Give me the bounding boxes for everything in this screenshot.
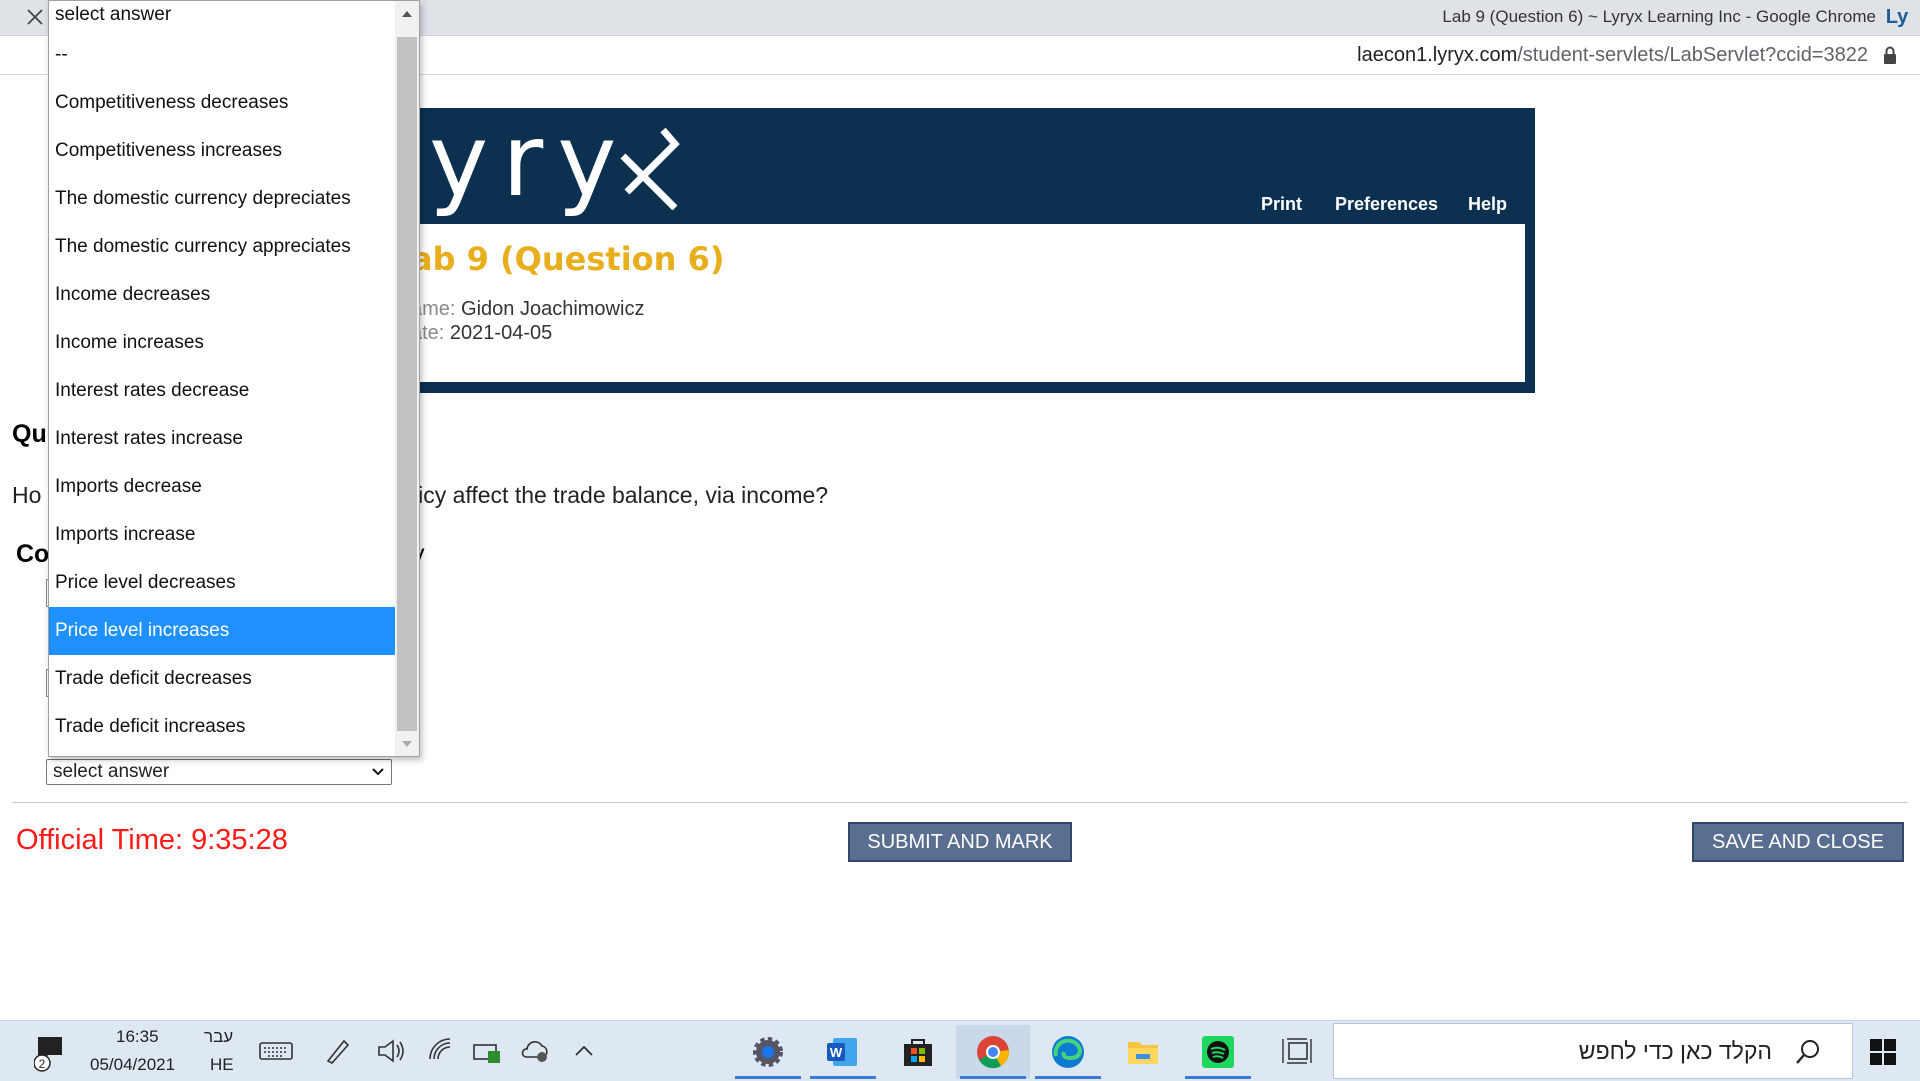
dropdown-option[interactable]: Income increases [49, 319, 395, 367]
question-text-end: licy affect the trade balance, via incom… [413, 482, 829, 508]
chevron-down-icon [372, 768, 384, 776]
dropdown-option[interactable]: Interest rates decrease [49, 367, 395, 415]
nav-help[interactable]: Help [1468, 194, 1507, 215]
store-icon [904, 1039, 932, 1066]
dropdown-option[interactable]: Trade deficit decreases [49, 655, 395, 703]
lyryx-logo-icon: Ly [1885, 6, 1909, 28]
save-and-close-button[interactable]: SAVE AND CLOSE [1692, 822, 1904, 862]
dropdown-option[interactable]: Interest rates increase [49, 415, 395, 463]
submit-and-mark-button[interactable]: SUBMIT AND MARK [848, 822, 1072, 862]
answer-select-3[interactable]: select answer [46, 759, 392, 785]
footer-divider [12, 802, 1908, 803]
task-view-icon[interactable] [1279, 1033, 1315, 1069]
input-language-top[interactable]: עבר [204, 1027, 233, 1047]
lyryx-logo-x-icon [620, 127, 680, 210]
official-time: Official Time: 9:35:28 [16, 824, 288, 856]
file-explorer-icon [1128, 1042, 1158, 1064]
scroll-up-arrow-icon[interactable] [401, 9, 413, 19]
lab-title: ab 9 (Question 6) [411, 240, 725, 278]
active-indicator [810, 1076, 876, 1079]
wifi-icon[interactable] [424, 1033, 460, 1069]
chrome-icon [977, 1036, 1010, 1069]
taskbar-file-explorer[interactable] [1106, 1025, 1180, 1079]
question-heading: Qu [12, 420, 47, 448]
student-name-line: ame: Gidon Joachimowicz [411, 298, 644, 321]
dropdown-option[interactable]: select answer [49, 1, 395, 31]
dropdown-option[interactable]: Competitiveness decreases [49, 79, 395, 127]
windows-taskbar: 2 16:35 05/04/2021 עבר HE W הקלד כאן כדי… [0, 1020, 1920, 1081]
taskbar-time[interactable]: 16:35 [116, 1027, 159, 1047]
active-indicator [735, 1076, 801, 1079]
taskbar-store[interactable] [881, 1025, 955, 1079]
battery-charging-icon[interactable] [470, 1033, 506, 1069]
student-name: Gidon Joachimowicz [461, 298, 645, 320]
window-title: Lab 9 (Question 6) ~ Lyryx Learning Inc … [1442, 7, 1876, 26]
taskbar-settings[interactable] [731, 1025, 805, 1079]
volume-icon[interactable] [373, 1033, 409, 1069]
taskbar-search-box[interactable]: הקלד כאן כדי לחפש [1333, 1023, 1853, 1079]
taskbar-edge[interactable] [1031, 1025, 1105, 1079]
scrollbar-thumb[interactable] [397, 37, 417, 731]
lock-icon[interactable] [1882, 46, 1898, 64]
taskbar-word[interactable]: W [806, 1025, 880, 1079]
action-center-icon[interactable]: 2 [34, 1033, 66, 1073]
url-path: /student-servlets/LabServlet?ccid=3822 [1517, 44, 1868, 66]
consider-heading: Co y [16, 540, 425, 569]
word-icon: W [827, 1038, 857, 1066]
windows-start-icon[interactable] [1870, 1039, 1896, 1065]
search-icon [1796, 1040, 1819, 1064]
active-indicator [1035, 1076, 1101, 1079]
dropdown-option[interactable]: Competitiveness increases [49, 127, 395, 175]
taskbar-spotify[interactable] [1181, 1025, 1255, 1079]
close-icon[interactable] [22, 4, 48, 30]
lab-date: 2021-04-05 [449, 322, 553, 344]
date-line: ate: 2021-04-05 [411, 322, 552, 345]
dropdown-option[interactable]: Imports decrease [49, 463, 395, 511]
chevron-up-icon[interactable] [566, 1033, 602, 1069]
dropdown-options: select answer -- Competitiveness decreases… [49, 1, 395, 751]
lab-info-card: ab 9 (Question 6) ame: Gidon Joachimowic… [397, 224, 1525, 382]
input-language-code[interactable]: HE [210, 1055, 234, 1075]
keyboard-icon[interactable] [258, 1033, 294, 1069]
spotify-icon [1202, 1036, 1234, 1068]
answer-dropdown-list[interactable]: select answer -- Competitiveness decreases… [48, 0, 420, 757]
dropdown-option[interactable]: Trade deficit increases [49, 703, 395, 751]
active-indicator [1185, 1076, 1251, 1079]
notification-count: 2 [39, 1057, 46, 1071]
taskbar-chrome[interactable] [956, 1025, 1030, 1079]
nav-print[interactable]: Print [1261, 194, 1302, 215]
onedrive-sync-icon[interactable] [518, 1033, 554, 1069]
url-host: laecon1.lyryx.com [1357, 44, 1518, 66]
pen-ink-icon[interactable] [320, 1033, 356, 1069]
answer-select-value: select answer [53, 761, 170, 782]
dropdown-option[interactable]: -- [49, 31, 395, 79]
dropdown-option[interactable]: Price level increases [49, 607, 395, 655]
question-text: Ho licy affect the trade balance, via in… [12, 482, 828, 509]
scroll-down-arrow-icon[interactable] [401, 739, 413, 749]
dropdown-option[interactable]: Income decreases [49, 271, 395, 319]
lyryx-logo: yry [429, 102, 631, 219]
dropdown-option[interactable]: The domestic currency appreciates [49, 223, 395, 271]
dropdown-option[interactable]: The domestic currency depreciates [49, 175, 395, 223]
dropdown-option[interactable]: Imports increase [49, 511, 395, 559]
consider-heading-start: Co [16, 540, 50, 568]
svg-text:W: W [830, 1045, 843, 1060]
question-text-start: Ho [12, 482, 42, 508]
taskbar-date[interactable]: 05/04/2021 [90, 1055, 175, 1075]
nav-preferences[interactable]: Preferences [1335, 194, 1438, 215]
edge-icon [1052, 1036, 1084, 1068]
dropdown-option[interactable]: Price level decreases [49, 559, 395, 607]
dropdown-scrollbar[interactable] [395, 1, 419, 756]
settings-icon [753, 1037, 783, 1067]
taskbar-search-placeholder: הקלד כאן כדי לחפש [1578, 1038, 1772, 1064]
url-display[interactable]: laecon1.lyryx.com/student-servlets/LabSe… [1357, 44, 1868, 67]
active-indicator [960, 1076, 1026, 1079]
